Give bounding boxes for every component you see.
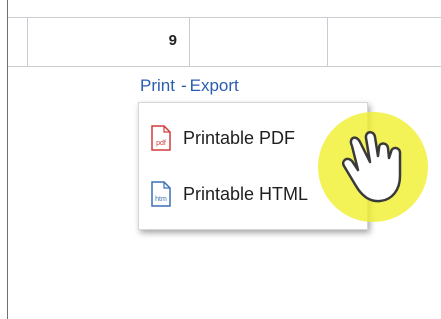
table-cell bbox=[190, 18, 328, 66]
print-link[interactable]: Print bbox=[140, 76, 175, 95]
html-file-icon: htm bbox=[151, 181, 171, 207]
hand-pointer-icon bbox=[342, 131, 402, 203]
menu-item-label: Printable PDF bbox=[183, 128, 296, 148]
table-cell-value: 9 bbox=[28, 18, 190, 66]
menu-item-label: Printable HTML bbox=[183, 184, 309, 204]
pdf-file-icon: pdf bbox=[151, 125, 171, 151]
table-cell bbox=[328, 18, 441, 66]
report-view: 9 Print - Export pdf Printable PDF htm Pri… bbox=[0, 0, 441, 319]
table-cell bbox=[8, 18, 28, 66]
cell-value-text: 9 bbox=[168, 32, 177, 49]
print-export-links: Print - Export bbox=[140, 76, 239, 96]
export-link[interactable]: Export bbox=[190, 76, 239, 95]
pdf-icon-label: pdf bbox=[156, 140, 166, 147]
table-divider-bottom bbox=[8, 66, 441, 67]
html-icon-label: htm bbox=[155, 196, 167, 203]
link-separator: - bbox=[180, 76, 187, 95]
